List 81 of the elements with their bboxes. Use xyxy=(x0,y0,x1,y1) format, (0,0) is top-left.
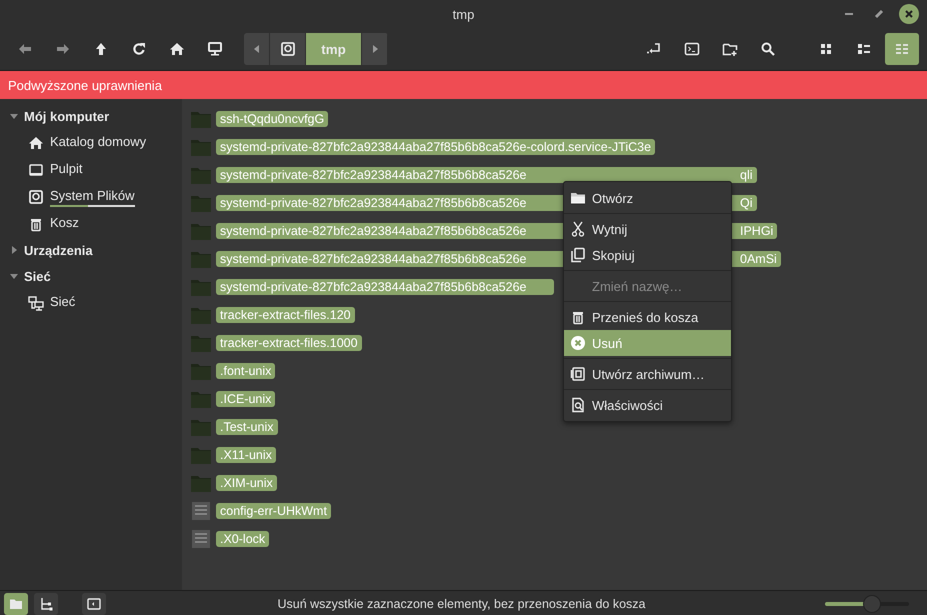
folder-icon xyxy=(190,221,212,241)
drive-icon xyxy=(280,41,296,57)
properties-icon xyxy=(570,397,586,413)
folder-icon xyxy=(190,305,212,325)
folder-icon xyxy=(190,165,212,185)
window-title: tmp xyxy=(452,6,474,22)
computer-icon xyxy=(207,41,223,57)
banner-text: Podwyższone uprawnienia xyxy=(8,78,162,92)
reload-icon xyxy=(131,41,147,57)
sidebar-section[interactable]: Urządzenia xyxy=(24,242,93,258)
list-icon xyxy=(894,41,910,57)
search-icon xyxy=(760,41,776,57)
menu-item[interactable]: Utwórz archiwum… xyxy=(564,361,731,387)
terminal-icon xyxy=(684,41,700,57)
file-name[interactable]: .X0-lock xyxy=(216,531,270,547)
menu-item[interactable]: Usuń xyxy=(564,330,731,356)
sidebar-item[interactable]: System Plików xyxy=(50,188,135,205)
grid-icon xyxy=(818,41,834,57)
file-name[interactable]: systemd-private-827bfc2a923844aba27f85b6b8ca526e xyxy=(216,279,554,295)
file-name[interactable]: .X11-unix xyxy=(216,447,276,463)
file-name[interactable]: .Test-unix xyxy=(216,419,278,435)
copy-icon xyxy=(570,247,586,263)
folder-icon xyxy=(190,389,212,409)
scroll-right-button[interactable] xyxy=(362,33,388,65)
delete-icon xyxy=(570,335,586,351)
text-file-icon xyxy=(190,529,212,549)
file-name[interactable]: ssh-tQqdu0ncvfgG xyxy=(216,111,328,127)
file-name[interactable]: config-err-UHkWmt xyxy=(216,503,331,519)
folder-icon xyxy=(190,445,212,465)
forward-arrow-icon xyxy=(55,41,71,57)
toggle-sidebar-button[interactable] xyxy=(82,592,106,614)
sidebar-item[interactable]: Katalog domowy xyxy=(50,134,146,151)
folder-icon xyxy=(190,277,212,297)
scroll-left-button[interactable] xyxy=(244,33,270,65)
menu-item[interactable]: Właściwości xyxy=(564,392,731,418)
maximize-icon xyxy=(874,9,884,19)
text-file-icon xyxy=(190,501,212,521)
close-button[interactable] xyxy=(899,4,919,24)
folder-icon xyxy=(190,417,212,437)
folder-icon xyxy=(570,190,586,206)
sidebar-icon xyxy=(86,596,102,612)
folder-icon xyxy=(190,361,212,381)
folder-icon xyxy=(190,109,212,129)
file-name[interactable]: .font-unix xyxy=(216,363,276,379)
sidebar-item[interactable]: Kosz xyxy=(50,215,79,232)
folder-icon xyxy=(190,137,212,157)
left-arrow-icon xyxy=(252,44,260,54)
file-name[interactable]: .ICE-unix xyxy=(216,391,276,407)
path-segment[interactable] xyxy=(270,33,306,65)
file-name[interactable]: .XIM-unix xyxy=(216,475,277,491)
status-text: Usuń wszystkie zaznaczone elementy, bez przenoszenia do kosza xyxy=(276,596,646,610)
folder-icon xyxy=(190,333,212,353)
scissors-icon xyxy=(570,221,586,237)
desktop-icon xyxy=(28,162,44,178)
right-arrow-icon xyxy=(370,44,378,54)
home-icon xyxy=(169,41,185,57)
network-icon xyxy=(28,294,44,310)
home-icon xyxy=(28,134,44,150)
new-folder-icon xyxy=(722,41,738,57)
folder-icon xyxy=(190,249,212,269)
tree-pane-button[interactable] xyxy=(34,592,58,614)
close-icon xyxy=(904,9,914,19)
sidebar-item[interactable]: Pulpit xyxy=(50,161,83,178)
menu-item[interactable]: Przenieś do kosza xyxy=(564,304,731,330)
path-segment[interactable]: tmp xyxy=(306,33,362,65)
sidebar-item[interactable]: Sieć xyxy=(50,294,76,311)
sidebar-section[interactable]: Mój komputer xyxy=(24,108,110,124)
file-name[interactable]: tracker-extract-files.1000 xyxy=(216,335,362,351)
up-arrow-icon xyxy=(93,41,109,57)
file-name[interactable]: systemd-private-827bfc2a923844aba27f85b6b8ca526e qli xyxy=(216,167,757,183)
folder-icon xyxy=(190,473,212,493)
sidebar-section[interactable]: Sieć xyxy=(24,268,51,284)
folder-icon xyxy=(190,193,212,213)
places-pane-button[interactable] xyxy=(4,592,28,614)
archive-icon xyxy=(570,366,586,382)
file-name[interactable]: systemd-private-827bfc2a923844aba27f85b6b8ca526e-colord.service-JTiC3e xyxy=(216,139,656,155)
compact-list-icon xyxy=(856,41,872,57)
drive-icon xyxy=(28,188,44,204)
trash-icon xyxy=(570,309,586,325)
file-name[interactable]: tracker-extract-files.120 xyxy=(216,307,355,323)
slider-thumb[interactable] xyxy=(863,594,882,612)
